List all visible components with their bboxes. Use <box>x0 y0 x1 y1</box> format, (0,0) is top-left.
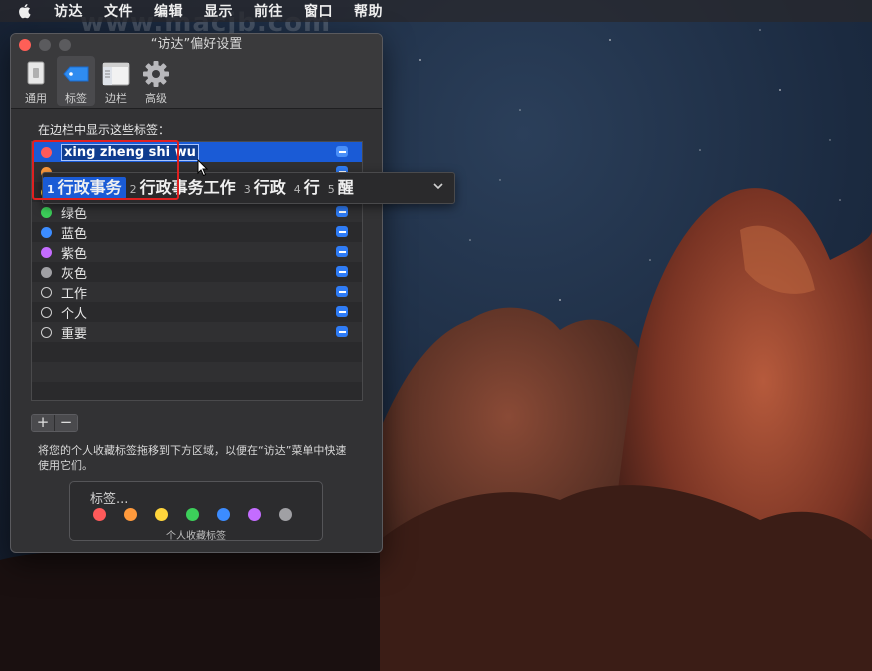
favorite-orange-dot[interactable] <box>124 508 137 521</box>
candidate-number: 3 <box>243 183 251 196</box>
favorite-purple-dot[interactable] <box>248 508 261 521</box>
general-switch-icon <box>27 61 45 85</box>
tab-tags[interactable]: 标签 <box>57 56 95 106</box>
tag-label: 重要 <box>61 326 88 342</box>
rock-shadow-left <box>0 550 380 671</box>
window-title: “访达”偏好设置 <box>150 37 243 52</box>
empty-list-row <box>32 382 362 400</box>
menu-edit[interactable]: 编辑 <box>154 1 183 21</box>
candidate-text: 行 <box>303 178 320 197</box>
tab-advanced-label: 高级 <box>145 92 167 105</box>
tag-label: 个人 <box>61 306 88 322</box>
menu-bar: 访达 文件 编辑 显示 前往 窗口 帮助 <box>0 0 872 22</box>
favorite-blue-dot[interactable] <box>217 508 230 521</box>
tag-row-important[interactable]: 重要 <box>32 322 362 342</box>
gear-icon <box>143 61 169 87</box>
tab-general-label: 通用 <box>25 92 47 105</box>
favorite-yellow-dot[interactable] <box>155 508 168 521</box>
annotation-highlight-box <box>32 140 179 200</box>
favorite-tags-area[interactable]: 标签... 个人收藏标签 <box>69 481 323 542</box>
tag-label: 工作 <box>61 286 88 302</box>
add-remove-control: + − <box>31 414 78 432</box>
menu-go[interactable]: 前往 <box>254 1 283 21</box>
menu-window[interactable]: 窗口 <box>304 1 333 21</box>
minimize-button[interactable] <box>39 39 51 51</box>
blue-tag-dot <box>41 226 52 238</box>
preferences-toolbar: 通用 标签 边栏 高级 <box>11 56 382 109</box>
favorite-green-dot[interactable] <box>186 508 199 521</box>
add-tag-button[interactable]: + <box>32 415 54 431</box>
traffic-lights <box>19 39 71 51</box>
tag-row-work[interactable]: 工作 <box>32 282 362 302</box>
ime-candidate-5[interactable]: 5 醒 <box>324 177 358 199</box>
window-titlebar[interactable]: “访达”偏好设置 <box>11 34 382 56</box>
tag-visible-checkbox[interactable] <box>336 226 348 237</box>
tag-visible-checkbox[interactable] <box>336 306 348 317</box>
tab-sidebar-label: 边栏 <box>105 92 127 105</box>
menu-help[interactable]: 帮助 <box>354 1 383 21</box>
menu-finder[interactable]: 访达 <box>54 1 83 21</box>
tag-row-purple[interactable]: 紫色 <box>32 242 362 262</box>
tag-row-blue[interactable]: 蓝色 <box>32 222 362 242</box>
favorite-red-dot[interactable] <box>93 508 106 521</box>
tab-general[interactable]: 通用 <box>17 56 55 106</box>
tag-label: 灰色 <box>61 266 88 282</box>
tab-sidebar[interactable]: 边栏 <box>97 56 135 106</box>
candidate-number: 4 <box>293 183 301 196</box>
green-tag-dot <box>41 206 52 218</box>
close-button[interactable] <box>19 39 31 51</box>
tag-label: 绿色 <box>61 206 88 222</box>
tag-visible-checkbox[interactable] <box>336 206 348 217</box>
empty-tag-dot <box>41 306 52 318</box>
zoom-button[interactable] <box>59 39 71 51</box>
empty-list-row <box>32 342 362 362</box>
empty-list-row <box>32 362 362 382</box>
finder-preferences-window: “访达”偏好设置 通用 标签 边栏 高级 在边栏中显示这些标签： xing zh… <box>10 33 383 553</box>
empty-tag-dot <box>41 326 52 338</box>
menu-view[interactable]: 显示 <box>204 1 233 21</box>
tag-label: 紫色 <box>61 246 88 262</box>
tab-advanced[interactable]: 高级 <box>137 56 175 106</box>
ime-candidate-4[interactable]: 4 行 <box>290 177 324 199</box>
tag-visible-checkbox[interactable] <box>336 326 348 337</box>
tag-visible-checkbox[interactable] <box>336 266 348 277</box>
tag-row-personal[interactable]: 个人 <box>32 302 362 322</box>
empty-tag-dot <box>41 286 52 298</box>
favorite-tags-label: 个人收藏标签 <box>166 531 226 542</box>
tag-list-heading: 在边栏中显示这些标签： <box>38 123 171 137</box>
favorite-tags-title: 标签... <box>90 492 129 507</box>
candidate-text: 行政 <box>253 178 286 197</box>
ime-candidate-3[interactable]: 3 行政 <box>240 177 290 199</box>
favorite-tag-dots <box>93 508 292 521</box>
tag-icon <box>63 66 89 82</box>
tag-row-gray[interactable]: 灰色 <box>32 262 362 282</box>
tag-visible-checkbox[interactable] <box>336 286 348 297</box>
favorites-hint: 将您的个人收藏标签拖移到下方区域，以便在“访达”菜单中快速使用它们。 <box>38 444 347 472</box>
candidate-number: 5 <box>327 183 335 196</box>
tag-label: 蓝色 <box>61 226 88 242</box>
mouse-pointer-icon <box>197 159 209 177</box>
purple-tag-dot <box>41 246 52 258</box>
menu-file[interactable]: 文件 <box>104 1 133 21</box>
apple-logo-icon[interactable] <box>18 3 32 19</box>
candidate-text: 醒 <box>337 178 354 197</box>
sidebar-icon <box>102 62 130 86</box>
gray-tag-dot <box>41 266 52 278</box>
tag-row-green[interactable]: 绿色 <box>32 202 362 222</box>
tab-tags-label: 标签 <box>65 92 87 105</box>
chevron-down-icon[interactable] <box>432 180 444 192</box>
tag-visible-checkbox[interactable] <box>336 246 348 257</box>
tag-visible-checkbox[interactable] <box>336 146 348 157</box>
rock-formation-foreground <box>380 485 872 671</box>
favorite-gray-dot[interactable] <box>279 508 292 521</box>
remove-tag-button[interactable]: − <box>54 415 77 431</box>
